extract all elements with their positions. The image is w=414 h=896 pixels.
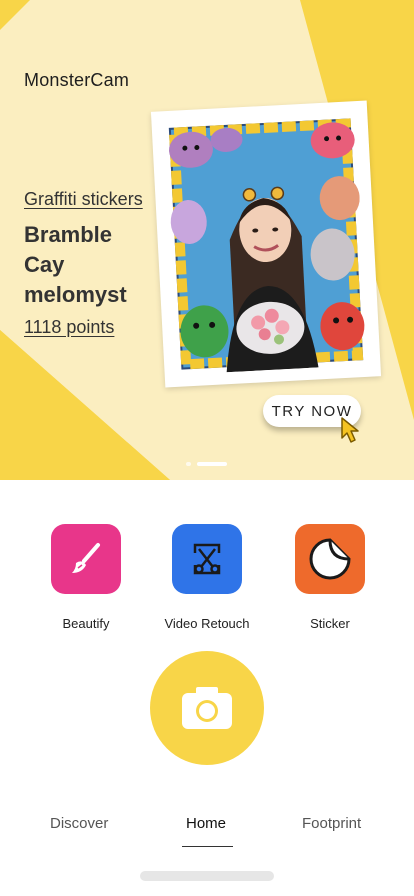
nav-home[interactable]: Home [186,815,226,832]
sticker-tile[interactable] [295,524,365,594]
carousel-dot[interactable] [186,462,191,466]
video-retouch-tile[interactable] [172,524,242,594]
carousel-indicator[interactable] [186,462,227,466]
nav-discover[interactable]: Discover [50,815,108,832]
sample-photo [163,113,369,375]
beautify-tile[interactable] [51,524,121,594]
promo-sticker-name: Bramble Cay melomyst [24,222,127,307]
feature-label-sticker: Sticker [310,616,350,631]
brush-icon [72,543,100,573]
pointer-cursor-icon [341,417,359,443]
sticker-icon [309,538,351,580]
camera-icon [182,687,232,729]
carousel-dot-active[interactable] [197,462,227,466]
camera-button[interactable] [150,651,264,765]
feature-label-video-retouch: Video Retouch [164,616,250,631]
home-indicator[interactable] [140,871,274,881]
video-cut-icon [193,543,221,575]
nav-footprint[interactable]: Footprint [302,815,361,832]
nav-active-indicator [182,846,233,847]
feature-beautify[interactable]: Beautify [26,524,146,631]
feature-label-beautify: Beautify [62,616,110,631]
sample-photo-card [150,100,382,388]
feature-video-retouch[interactable]: Video Retouch [147,524,267,631]
promo-category-link[interactable]: Graffiti stickers [24,189,143,210]
promo-banner[interactable]: MonsterCam Graffiti stickers Bramble Cay… [0,0,414,480]
promo-points-link[interactable]: 1118 points [24,317,114,338]
app-title: MonsterCam [24,70,130,90]
feature-sticker[interactable]: Sticker [270,524,390,631]
